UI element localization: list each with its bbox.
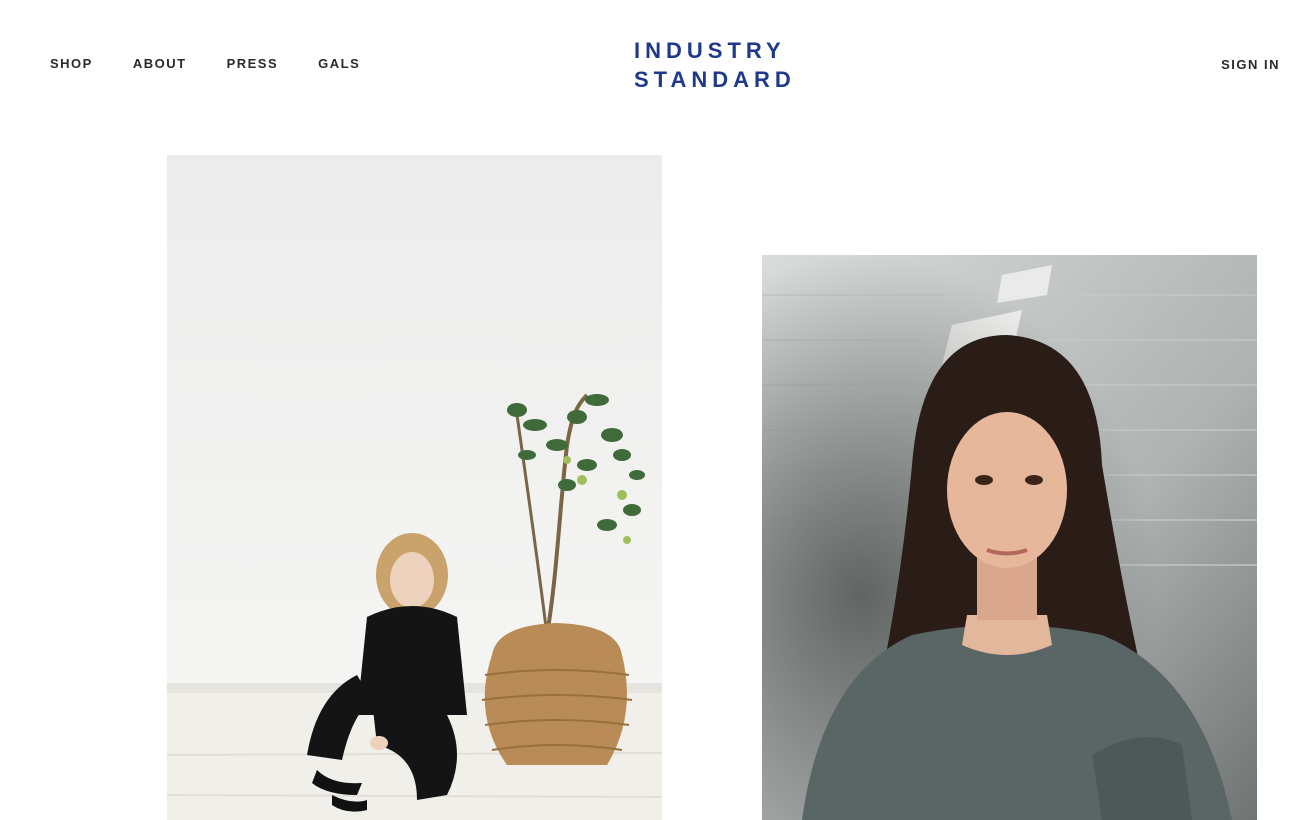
- main-nav: SHOP ABOUT PRESS GALS: [50, 56, 360, 71]
- photo-portrait-illustration: [762, 255, 1257, 820]
- nav-link-gals[interactable]: GALS: [318, 56, 360, 71]
- sign-in-link[interactable]: SIGN IN: [1221, 57, 1280, 72]
- logo-line-2: STANDARD: [634, 67, 796, 92]
- lookbook-photo-seated[interactable]: [167, 155, 662, 820]
- nav-link-about[interactable]: ABOUT: [133, 56, 187, 71]
- site-header: SHOP ABOUT PRESS GALS INDUSTRY STANDARD …: [0, 0, 1300, 130]
- nav-link-press[interactable]: PRESS: [227, 56, 279, 71]
- lookbook-photo-portrait[interactable]: [762, 255, 1257, 820]
- nav-link-shop[interactable]: SHOP: [50, 56, 93, 71]
- brand-logo[interactable]: INDUSTRY STANDARD: [634, 36, 794, 94]
- photo-seated-illustration: [167, 155, 662, 820]
- logo-line-1: INDUSTRY: [634, 38, 786, 63]
